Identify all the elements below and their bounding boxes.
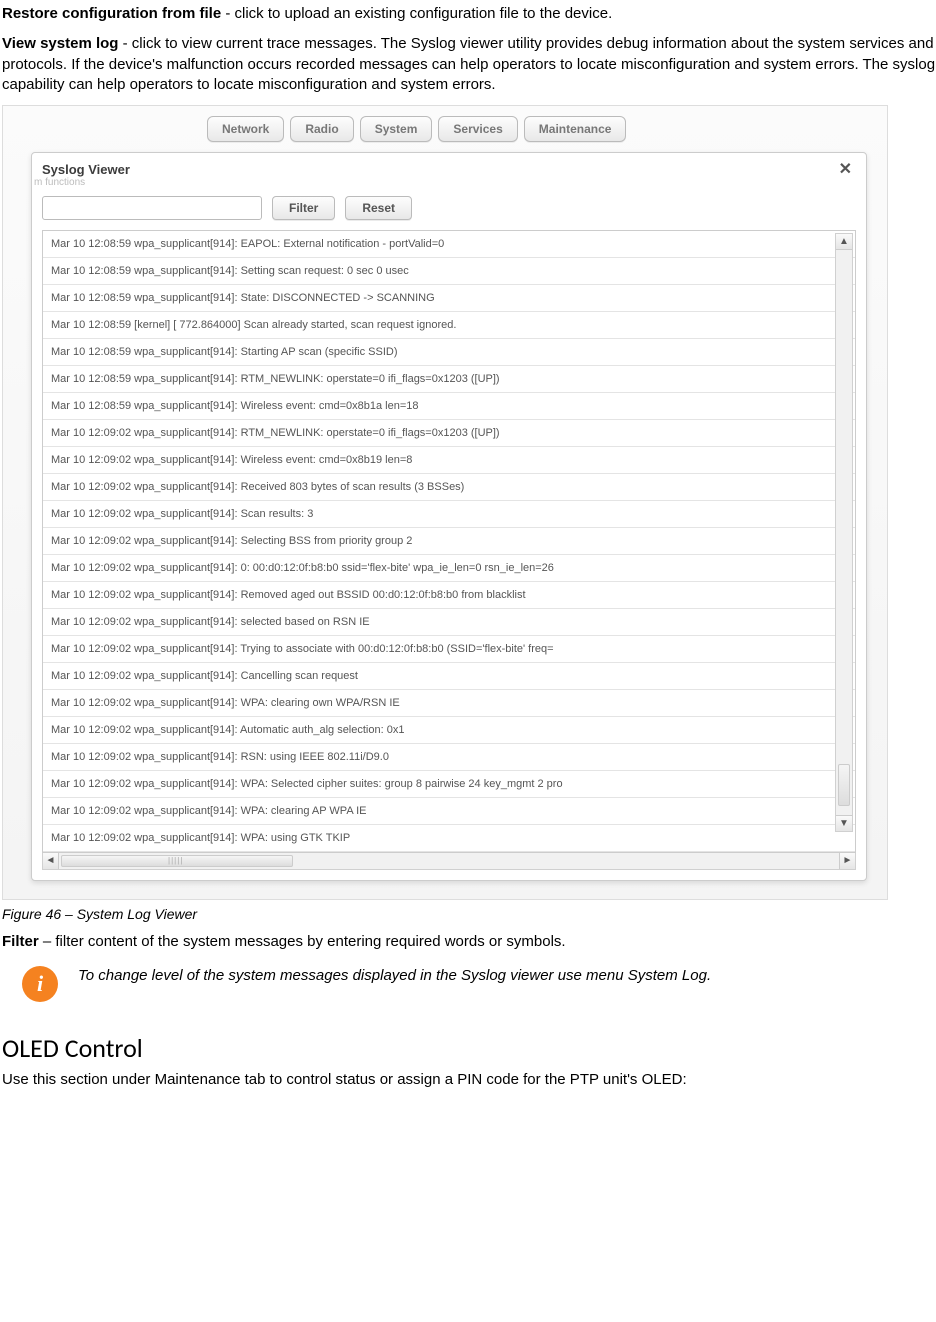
viewlog-label: View system log bbox=[2, 35, 118, 52]
tab-network[interactable]: Network bbox=[207, 116, 284, 142]
section-heading-oled: OLED Control bbox=[2, 1032, 936, 1064]
close-icon[interactable]: ✕ bbox=[835, 159, 856, 179]
syslog-dialog: Syslog Viewer ✕ m functions Filter Reset… bbox=[31, 152, 867, 881]
filter-input[interactable] bbox=[42, 196, 262, 220]
log-line: Mar 10 12:09:02 wpa_supplicant[914]: Can… bbox=[43, 663, 855, 690]
paragraph-viewlog: View system log - click to view current … bbox=[2, 34, 936, 95]
log-line: Mar 10 12:09:02 wpa_supplicant[914]: Sca… bbox=[43, 501, 855, 528]
screenshot-container: Network Radio System Services Maintenanc… bbox=[2, 105, 888, 900]
log-box: Mar 10 12:08:59 wpa_supplicant[914]: EAP… bbox=[42, 230, 856, 870]
scroll-up-icon[interactable]: ▲ bbox=[836, 234, 852, 250]
log-line: Mar 10 12:09:02 wpa_supplicant[914]: RSN… bbox=[43, 744, 855, 771]
scroll-down-icon[interactable]: ▼ bbox=[836, 815, 852, 831]
reset-button[interactable]: Reset bbox=[345, 196, 412, 220]
log-line: Mar 10 12:09:02 wpa_supplicant[914]: Aut… bbox=[43, 717, 855, 744]
filter-text: – filter content of the system messages … bbox=[39, 933, 566, 950]
section-text-oled: Use this section under Maintenance tab t… bbox=[2, 1070, 936, 1090]
paragraph-filter: Filter – filter content of the system me… bbox=[2, 932, 936, 952]
log-line: Mar 10 12:09:02 wpa_supplicant[914]: WPA… bbox=[43, 771, 855, 798]
filter-label: Filter bbox=[2, 933, 39, 950]
info-note-text: To change level of the system messages d… bbox=[78, 962, 711, 986]
figure-caption: Figure 46 – System Log Viewer bbox=[2, 906, 936, 922]
info-note-row: i To change level of the system messages… bbox=[2, 962, 936, 1002]
log-line: Mar 10 12:08:59 wpa_supplicant[914]: Wir… bbox=[43, 393, 855, 420]
log-line: Mar 10 12:09:02 wpa_supplicant[914]: WPA… bbox=[43, 798, 855, 825]
dialog-title: Syslog Viewer bbox=[42, 162, 130, 177]
log-line: Mar 10 12:09:02 wpa_supplicant[914]: sel… bbox=[43, 609, 855, 636]
log-line: Mar 10 12:08:59 [kernel] [ 772.864000] S… bbox=[43, 312, 855, 339]
scroll-grip-icon: ||||| bbox=[168, 856, 183, 865]
log-line: Mar 10 12:09:02 wpa_supplicant[914]: Wir… bbox=[43, 447, 855, 474]
log-line: Mar 10 12:09:02 wpa_supplicant[914]: Try… bbox=[43, 636, 855, 663]
tab-radio[interactable]: Radio bbox=[290, 116, 353, 142]
horizontal-scrollbar[interactable]: ◄ ||||| ► bbox=[42, 853, 856, 870]
functions-hint: m functions bbox=[32, 177, 866, 188]
restore-text: - click to upload an existing configurat… bbox=[221, 5, 612, 22]
vertical-scrollbar[interactable]: ▲ ▼ bbox=[835, 233, 853, 832]
tab-services[interactable]: Services bbox=[438, 116, 517, 142]
viewlog-text: - click to view current trace messages. … bbox=[2, 35, 935, 93]
log-line: Mar 10 12:09:02 wpa_supplicant[914]: Rem… bbox=[43, 582, 855, 609]
nav-tabs: Network Radio System Services Maintenanc… bbox=[207, 116, 879, 142]
log-line: Mar 10 12:09:02 wpa_supplicant[914]: WPA… bbox=[43, 690, 855, 717]
filter-row: Filter Reset bbox=[32, 188, 866, 230]
tab-maintenance[interactable]: Maintenance bbox=[524, 116, 627, 142]
paragraph-restore: Restore configuration from file - click … bbox=[2, 4, 936, 24]
log-line: Mar 10 12:08:59 wpa_supplicant[914]: Sta… bbox=[43, 339, 855, 366]
log-line: Mar 10 12:09:02 wpa_supplicant[914]: RTM… bbox=[43, 420, 855, 447]
log-line: Mar 10 12:09:02 wpa_supplicant[914]: 0: … bbox=[43, 555, 855, 582]
log-line: Mar 10 12:09:02 wpa_supplicant[914]: Sel… bbox=[43, 528, 855, 555]
scroll-right-icon[interactable]: ► bbox=[839, 853, 855, 869]
log-line: Mar 10 12:08:59 wpa_supplicant[914]: RTM… bbox=[43, 366, 855, 393]
log-scroll-area[interactable]: Mar 10 12:08:59 wpa_supplicant[914]: EAP… bbox=[42, 230, 856, 853]
tab-system[interactable]: System bbox=[360, 116, 433, 142]
log-line: Mar 10 12:09:02 wpa_supplicant[914]: Rec… bbox=[43, 474, 855, 501]
scroll-left-icon[interactable]: ◄ bbox=[43, 853, 59, 869]
log-line: Mar 10 12:08:59 wpa_supplicant[914]: Sta… bbox=[43, 285, 855, 312]
log-line: Mar 10 12:08:59 wpa_supplicant[914]: EAP… bbox=[43, 231, 855, 258]
log-line: Mar 10 12:09:02 wpa_supplicant[914]: WPA… bbox=[43, 825, 855, 852]
filter-button[interactable]: Filter bbox=[272, 196, 335, 220]
log-line: Mar 10 12:08:59 wpa_supplicant[914]: Set… bbox=[43, 258, 855, 285]
info-icon: i bbox=[22, 966, 58, 1002]
vertical-scroll-thumb[interactable] bbox=[838, 764, 850, 806]
restore-label: Restore configuration from file bbox=[2, 5, 221, 22]
